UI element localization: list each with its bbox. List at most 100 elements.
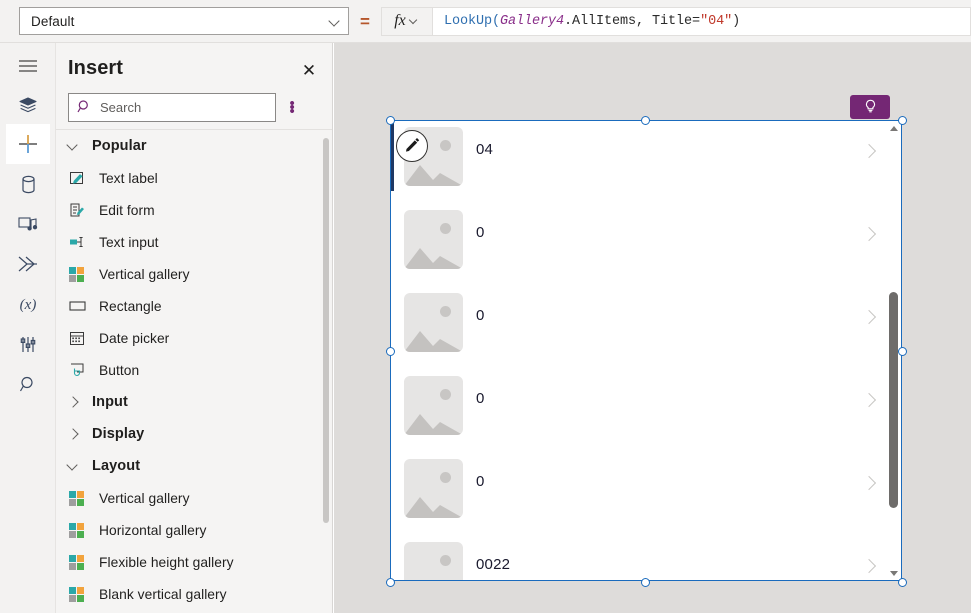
row-label: 0 [476,473,485,490]
insert-panel-scrollbar[interactable] [320,130,332,613]
insert-item-label: Blank vertical gallery [99,586,227,602]
chevron-right-icon[interactable] [861,309,877,325]
rail-item-power-automate[interactable] [6,244,50,284]
group-label: Popular [92,138,147,154]
image-placeholder-icon [404,376,463,435]
equals-sign: = [360,11,370,31]
formula-token-control: Gallery4 [500,13,565,29]
chevron-right-icon[interactable] [861,143,877,159]
formula-input[interactable]: LookUp(Gallery4 .AllItems, Title= "04") [433,6,971,36]
formula-bar: Default = fx LookUp(Gallery4 .AllItems, T… [0,0,971,43]
chevron-down-icon [66,458,92,471]
fx-label: fx [394,12,406,29]
chevron-right-icon [67,428,92,440]
search-icon [19,375,38,394]
plus-icon [17,133,39,155]
group-input[interactable]: Input [56,386,332,418]
rectangle-icon [69,299,99,313]
insert-item-label: Vertical gallery [99,266,190,282]
formula-token-function: LookUp( [444,13,501,29]
insert-panel: Insert ✕ Search • • • Popular Text label… [56,43,333,613]
lightbulb-icon [864,99,877,116]
insert-item-flexible-height-gallery[interactable]: Flexible height gallery [56,546,332,578]
insert-item-label: Rectangle [99,298,162,314]
scrollbar-thumb[interactable] [323,138,329,523]
rail-item-insert[interactable] [6,124,50,164]
search-row: Search • • • [68,93,321,122]
panel-title: Insert [68,57,124,79]
insert-item-date-picker[interactable]: Date picker [56,322,332,354]
group-layout[interactable]: Layout [56,450,332,482]
insert-item-label: Horizontal gallery [99,522,207,538]
variables-icon: (x) [15,295,41,313]
gallery-scrollbar[interactable] [885,120,902,581]
gallery-control[interactable]: 04 0 0 0 0 0022 [390,120,902,581]
text-label-icon [69,170,99,186]
row-label: 0 [476,224,485,241]
fx-button[interactable]: fx [381,6,433,36]
group-display[interactable]: Display [56,418,332,450]
insert-item-text-input[interactable]: Text input [56,226,332,258]
group-popular[interactable]: Popular [56,130,332,162]
triangle-down-icon[interactable] [885,565,902,581]
scrollbar-thumb[interactable] [889,292,898,508]
app-canvas[interactable]: 04 0 0 0 0 0022 [334,43,971,613]
gallery-row[interactable]: 04 [390,120,902,203]
search-icon [77,99,92,117]
property-dropdown[interactable]: Default [19,7,349,35]
triangle-up-icon[interactable] [885,120,902,136]
search-input[interactable]: Search [68,93,276,122]
insert-item-vertical-gallery-layout[interactable]: Vertical gallery [56,482,332,514]
gallery-row[interactable]: 0 [390,286,902,369]
insert-item-rectangle[interactable]: Rectangle [56,290,332,322]
gallery-row[interactable]: 0 [390,203,902,286]
row-label: 0 [476,307,485,324]
image-placeholder-icon [404,293,463,352]
edit-gallery-badge[interactable] [396,130,428,162]
more-vertical-icon[interactable]: • • • [276,96,306,119]
rail-item-media[interactable] [6,204,50,244]
close-icon[interactable]: ✕ [296,57,322,83]
gallery-icon [69,490,99,506]
chevron-right-icon[interactable] [861,226,877,242]
rail-item-advanced[interactable] [6,324,50,364]
calendar-icon [69,330,99,346]
hamburger-menu-icon [18,59,38,73]
gallery-row[interactable]: 0022 [390,535,902,581]
insert-panel-header: Insert ✕ Search • • • [56,43,332,129]
insert-item-horizontal-gallery[interactable]: Horizontal gallery [56,514,332,546]
chevron-down-icon [409,16,420,27]
svg-text:(x): (x) [20,297,37,313]
formula-token-string: "04" [700,13,733,29]
tree-view-icon [18,96,38,114]
formula-token-plain: .AllItems, Title= [564,13,701,29]
gallery-row[interactable]: 0 [390,369,902,452]
insert-item-edit-form[interactable]: Edit form [56,194,332,226]
rail-item-menu[interactable] [6,46,50,86]
group-label: Input [92,394,128,410]
gallery-icon [69,586,99,602]
chevron-down-icon [66,138,92,151]
rail-item-variables[interactable]: (x) [6,284,50,324]
rail-item-search[interactable] [6,364,50,404]
insert-item-vertical-gallery[interactable]: Vertical gallery [56,258,332,290]
gallery-row[interactable]: 0 [390,452,902,535]
insert-item-button[interactable]: Button [56,354,332,386]
pencil-icon [404,136,421,156]
image-placeholder-icon [404,459,463,518]
chevron-right-icon[interactable] [861,392,877,408]
ideas-button[interactable] [850,95,890,119]
rail-item-data[interactable] [6,164,50,204]
power-automate-icon [17,255,39,273]
button-icon [69,362,99,378]
chevron-right-icon[interactable] [861,475,877,491]
settings-sliders-icon [19,335,37,354]
formula-token-close: ) [732,13,741,29]
database-icon [20,175,37,194]
rail-item-tree-view[interactable] [6,85,50,125]
insert-item-blank-vertical-gallery[interactable]: Blank vertical gallery [56,578,332,610]
insert-item-label: Flexible height gallery [99,554,234,570]
chevron-right-icon[interactable] [861,558,877,574]
property-dropdown-value: Default [31,13,75,29]
insert-item-text-label[interactable]: Text label [56,162,332,194]
